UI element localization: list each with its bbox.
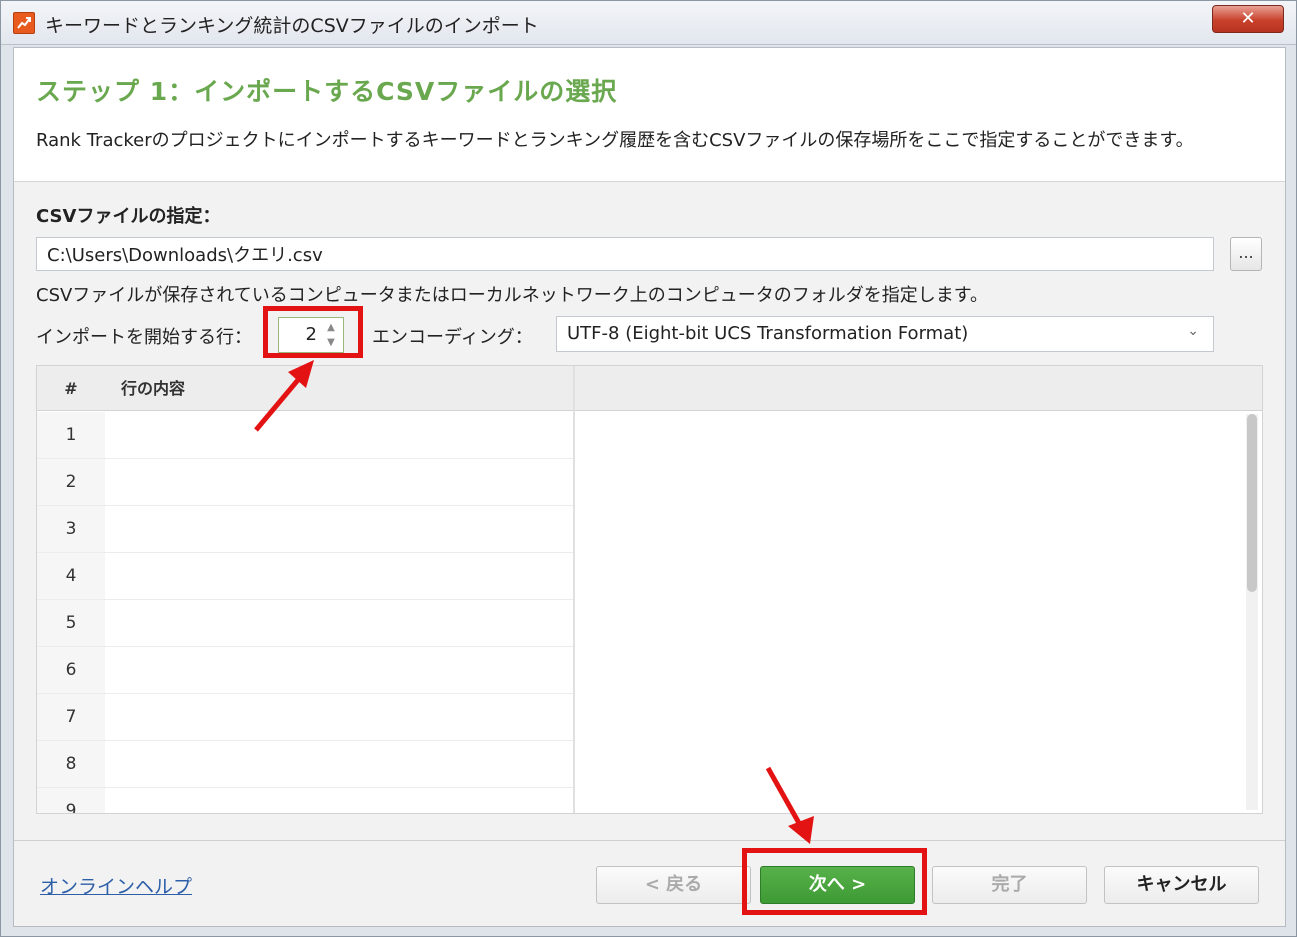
row-number: 1 — [37, 412, 105, 458]
spin-down-icon[interactable]: ▼ — [321, 335, 341, 350]
column-header-number: # — [64, 379, 78, 398]
table-row[interactable]: 9 — [37, 788, 573, 813]
grid-rows: 1 2 3 4 5 6 7 8 9 — [37, 412, 573, 813]
row-number: 8 — [37, 741, 105, 787]
online-help-link[interactable]: オンラインヘルプ — [40, 872, 192, 899]
footer-divider — [14, 840, 1285, 841]
column-header-content: 行の内容 — [121, 379, 186, 398]
row-number: 4 — [37, 553, 105, 599]
encoding-select[interactable]: UTF-8 (Eight-bit UCS Transformation Form… — [556, 316, 1214, 352]
start-row-spinner[interactable]: 2 ▲ ▼ — [278, 317, 344, 353]
row-number: 9 — [37, 788, 105, 813]
table-row[interactable]: 8 — [37, 741, 573, 788]
cancel-button[interactable]: キャンセル — [1104, 866, 1259, 904]
step-description: Rank Trackerのプロジェクトにインポートするキーワードとランキング履歴… — [36, 130, 1194, 151]
chevron-down-icon: ⌄ — [1187, 323, 1199, 339]
table-row[interactable]: 7 — [37, 694, 573, 741]
browse-button[interactable]: ... — [1230, 237, 1262, 271]
file-label: CSVファイルの指定： — [36, 206, 221, 227]
table-row[interactable]: 1 — [37, 412, 573, 459]
start-row-label: インポートを開始する行： — [36, 327, 252, 348]
finish-button[interactable]: 完了 — [932, 866, 1087, 904]
column-separator — [573, 366, 575, 813]
step-title: ステップ 1：インポートするCSVファイルの選択 — [36, 77, 618, 106]
file-path-input[interactable] — [36, 237, 1214, 271]
table-row[interactable]: 2 — [37, 459, 573, 506]
row-number: 3 — [37, 506, 105, 552]
next-button[interactable]: 次へ > — [760, 866, 915, 904]
grid-header: # 行の内容 — [37, 366, 1262, 411]
row-number: 6 — [37, 647, 105, 693]
table-row[interactable]: 5 — [37, 600, 573, 647]
dialog-body: ステップ 1：インポートするCSVファイルの選択 Rank Trackerのプロ… — [13, 47, 1286, 927]
scrollbar-thumb[interactable] — [1247, 414, 1257, 592]
table-row[interactable]: 3 — [37, 506, 573, 553]
window-title: キーワードとランキング統計のCSVファイルのインポート — [45, 15, 539, 37]
encoding-label: エンコーディング： — [372, 327, 533, 348]
close-button[interactable]: ✕ — [1212, 5, 1284, 33]
table-row[interactable]: 6 — [37, 647, 573, 694]
title-bar: キーワードとランキング統計のCSVファイルのインポート ✕ — [1, 1, 1296, 45]
preview-grid: # 行の内容 1 2 3 4 5 6 7 8 9 — [36, 365, 1263, 814]
start-row-value: 2 — [305, 324, 317, 345]
vertical-scrollbar[interactable] — [1246, 414, 1258, 810]
step-header: ステップ 1：インポートするCSVファイルの選択 Rank Trackerのプロ… — [14, 48, 1285, 182]
table-row[interactable]: 4 — [37, 553, 573, 600]
back-button[interactable]: < 戻る — [596, 866, 751, 904]
rank-tracker-app-icon — [13, 12, 35, 34]
row-number: 2 — [37, 459, 105, 505]
file-hint: CSVファイルが保存されているコンピュータまたはローカルネットワーク上のコンピュ… — [36, 285, 988, 306]
encoding-value: UTF-8 (Eight-bit UCS Transformation Form… — [567, 323, 969, 344]
spin-up-icon[interactable]: ▲ — [321, 320, 341, 335]
row-number: 5 — [37, 600, 105, 646]
dialog-window: キーワードとランキング統計のCSVファイルのインポート ✕ ステップ 1：インポ… — [0, 0, 1297, 937]
row-number: 7 — [37, 694, 105, 740]
